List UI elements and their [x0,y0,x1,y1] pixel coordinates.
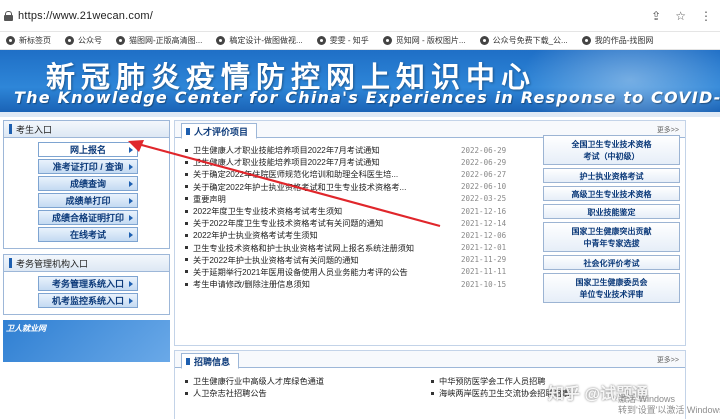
tab-talent-evaluation[interactable]: 人才评价项目 [181,123,258,139]
news-date: 2022-03-25 [461,194,507,204]
news-date: 2021-12-01 [461,243,507,253]
right-column: 人才评价项目 更多>> 卫生健康人才职业技能培养项目2022年7月考试通知 202… [174,120,686,346]
url-text[interactable]: https://www.21wecan.com/ [18,10,153,22]
globe-icon [581,36,591,45]
globe-icon [479,36,489,45]
share-icon[interactable]: ⇪ [651,9,661,23]
arrow-right-icon [129,181,133,187]
globe-icon [382,36,392,45]
news-date: 2022-06-10 [461,182,507,192]
more-link[interactable]: 更多>> [657,125,679,135]
admission-ticket-button[interactable]: 准考证打印 / 查询 [38,159,138,174]
employment-ad[interactable]: 卫人就业网 [3,320,170,362]
panel-header: 考生入口 [4,121,169,138]
news-list: 卫生健康人才职业技能培养项目2022年7月考试通知 2022-06-29 卫生健康人… [185,144,535,290]
list-item[interactable]: 卫生健康行业中高级人才库绿色通道 [185,375,425,387]
news-date: 2021-11-11 [461,267,507,277]
news-item[interactable]: 卫生健康人才职业技能培养项目2022年7月考试通知 2022-06-29 [185,156,535,168]
arrow-right-icon [129,232,133,238]
panel-header: 考务管理机构入口 [4,255,169,272]
exam-category-button[interactable]: 职业技能鉴定 [543,204,680,219]
arrow-right-icon [129,164,133,170]
score-print-button[interactable]: 成绩单打印 [38,193,138,208]
exam-category-button[interactable]: 社会化评价考试 [543,255,680,270]
exam-monitor-button[interactable]: 机考监控系统入口 [38,293,138,308]
news-date: 2021-11-29 [461,255,507,265]
online-exam-button[interactable]: 在线考试 [38,227,138,242]
more-link[interactable]: 更多>> [657,355,679,365]
news-date: 2021-10-15 [461,279,507,289]
online-registration-button[interactable]: 网上报名 [38,142,138,157]
news-date: 2022-06-29 [461,157,507,167]
exam-category-buttons: 全国卫生专业技术资格 考试（中初级） 护士执业资格考试 高级卫生专业技术资格 职业技能鉴… [543,135,680,306]
exam-category-button[interactable]: 高级卫生专业技术资格 [543,186,680,201]
arrow-right-icon [129,198,133,204]
news-item[interactable]: 2022年度卫生专业技术资格考试考生须知 2021-12-16 [185,205,535,217]
news-item[interactable]: 关于延期举行2021年医用设备使用人员业务能力考评的公告 2021-11-11 [185,266,535,278]
bookmark-item[interactable]: 我的作品-找图网 [581,35,653,46]
arrow-right-icon [129,215,133,221]
news-date: 2022-06-29 [461,145,507,155]
star-icon[interactable]: ☆ [675,9,686,23]
bookmark-item[interactable]: 公众号免费下载_公... [479,35,568,46]
news-item[interactable]: 卫生专业技术资格和护士执业资格考试网上报名系统注册须知 2021-12-01 [185,242,535,254]
bookmark-item[interactable]: 公众号 [65,35,102,46]
exam-category-button[interactable]: 护士执业资格考试 [543,168,680,183]
news-item[interactable]: 关于确定2022年护士执业资格考试和卫生专业技术资格考... 2022-06-10 [185,181,535,193]
site-banner: 新冠肺炎疫情防控网上知识中心 The Knowledge Center for … [0,50,720,112]
exam-category-button[interactable]: 国家卫生健康委员会 单位专业技术评审 [543,273,680,303]
news-date: 2022-06-27 [461,169,507,179]
news-item[interactable]: 2022年护士执业资格考试考生须知 2021-12-06 [185,229,535,241]
news-date: 2021-12-14 [461,218,507,228]
bookmark-item[interactable]: 猫图网-正版高清图... [116,35,202,46]
arrow-right-icon [129,298,133,304]
globe-icon [316,36,326,45]
globe-icon [216,36,226,45]
bookmark-item[interactable]: 稿定设计-做图做视... [216,35,303,46]
ad-logo: 卫人就业网 [6,324,46,333]
bookmark-item[interactable]: 觅知网 - 版权图片... [382,35,466,46]
bookmark-item[interactable]: 雯雯 - 知乎 [316,35,369,46]
exam-management-button[interactable]: 考务管理系统入口 [38,276,138,291]
arrow-right-icon [129,281,133,287]
lock-icon [4,11,13,21]
tab-recruitment[interactable]: 招聘信息 [181,353,240,369]
news-item[interactable]: 考生申请修改/删除注册信息须知 2021-10-15 [185,278,535,290]
admin-entry-panel: 考务管理机构入口 考务管理系统入口 机考监控系统入口 [3,254,170,315]
certificate-print-button[interactable]: 成绩合格证明打印 [38,210,138,225]
globe-icon [6,36,15,45]
globe-icon [65,36,74,45]
exam-category-button[interactable]: 国家卫生健康突出贡献 中青年专家选拔 [543,222,680,252]
exam-category-button[interactable]: 全国卫生专业技术资格 考试（中初级） [543,135,680,165]
arrow-right-icon [129,147,133,153]
panel-header: 招聘信息 更多>> [175,351,685,369]
news-item[interactable]: 卫生健康人才职业技能培养项目2022年7月考试通知 2022-06-29 [185,144,535,156]
exam-entry-panel: 考生入口 网上报名 准考证打印 / 查询 成绩查询 成绩单打印 成绩合格证明打印… [3,120,170,249]
banner-title-en: The Knowledge Center for China's Experie… [14,88,720,107]
globe-icon [116,36,125,45]
talent-evaluation-panel: 人才评价项目 更多>> 卫生健康人才职业技能培养项目2022年7月考试通知 202… [174,120,686,346]
news-item[interactable]: 关于2022年度卫生专业技术资格考试有关问题的通知 2021-12-14 [185,217,535,229]
list-item[interactable]: 人卫杂志社招聘公告 [185,387,425,399]
recruit-list-left: 卫生健康行业中高级人才库绿色通道 人卫杂志社招聘公告 [185,375,425,399]
address-bar[interactable]: https://www.21wecan.com/ ⇪ ☆ ⋮ [0,0,720,32]
web-page: 新冠肺炎疫情防控网上知识中心 The Knowledge Center for … [0,50,720,419]
news-item[interactable]: 关于2022年护士执业资格考试有关问题的通知 2021-11-29 [185,254,535,266]
left-column: 考生入口 网上报名 准考证打印 / 查询 成绩查询 成绩单打印 成绩合格证明打印… [3,120,170,362]
news-date: 2021-12-06 [461,230,507,240]
windows-activation-notice: 激活 Windows 转到'设置'以激活 Windows。 [618,394,720,415]
menu-icon[interactable]: ⋮ [700,9,712,23]
news-date: 2021-12-16 [461,206,507,216]
score-query-button[interactable]: 成绩查询 [38,176,138,191]
browser-actions: ⇪ ☆ ⋮ [651,9,712,23]
bookmark-item[interactable]: 新标签页 [6,35,51,46]
bookmarks-bar: 新标签页 公众号 猫图网-正版高清图... 稿定设计-做图做视... 雯雯 - … [0,32,720,50]
news-item[interactable]: 重要声明 2022-03-25 [185,193,535,205]
news-item[interactable]: 关于确定2022年住院医师规范化培训和助理全科医生培... 2022-06-27 [185,168,535,180]
